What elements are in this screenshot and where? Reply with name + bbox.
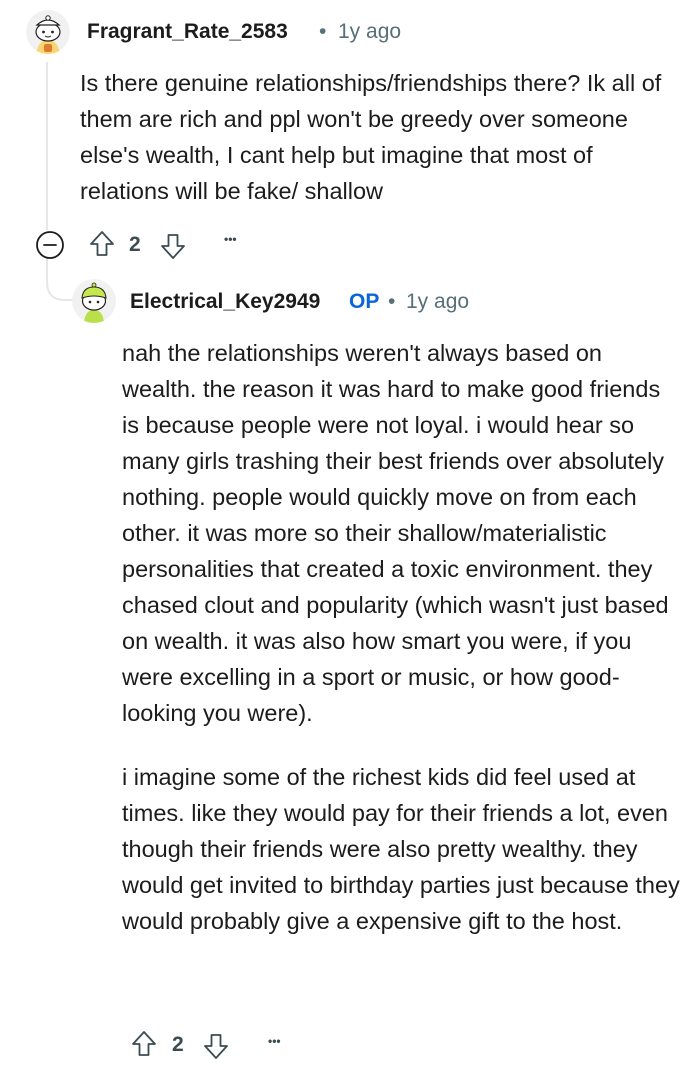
collapse-minus-icon[interactable] <box>35 230 65 260</box>
username[interactable]: Fragrant_Rate_2583 <box>87 20 288 44</box>
snoo-avatar-icon <box>72 279 116 323</box>
more-options-icon[interactable]: ••• <box>224 232 237 246</box>
meta-separator: • <box>319 20 327 43</box>
downvote-arrow-icon[interactable] <box>159 231 187 261</box>
snoo-avatar-icon <box>26 10 70 54</box>
op-badge: OP <box>349 290 380 313</box>
upvote-arrow-icon[interactable] <box>130 1029 158 1059</box>
comment-paragraph: Is there genuine relationships/friendshi… <box>80 70 662 204</box>
comment-body: nah the relationships weren't always bas… <box>122 335 682 939</box>
vote-count: 2 <box>172 1033 184 1056</box>
avatar[interactable] <box>72 279 116 323</box>
more-options-icon[interactable]: ••• <box>268 1034 281 1048</box>
thread-line-main <box>46 62 48 230</box>
username[interactable]: Electrical_Key2949 <box>130 290 320 314</box>
comment-paragraph: nah the relationships weren't always bas… <box>122 340 669 726</box>
timestamp[interactable]: 1y ago <box>406 290 469 314</box>
avatar[interactable] <box>26 10 70 54</box>
vote-count: 2 <box>129 233 141 256</box>
downvote-arrow-icon[interactable] <box>202 1031 230 1061</box>
timestamp[interactable]: 1y ago <box>338 20 401 44</box>
meta-separator: • <box>388 290 396 313</box>
comment-paragraph: i imagine some of the richest kids did f… <box>122 764 680 934</box>
comment-body: Is there genuine relationships/friendshi… <box>80 65 680 209</box>
upvote-arrow-icon[interactable] <box>88 229 116 259</box>
